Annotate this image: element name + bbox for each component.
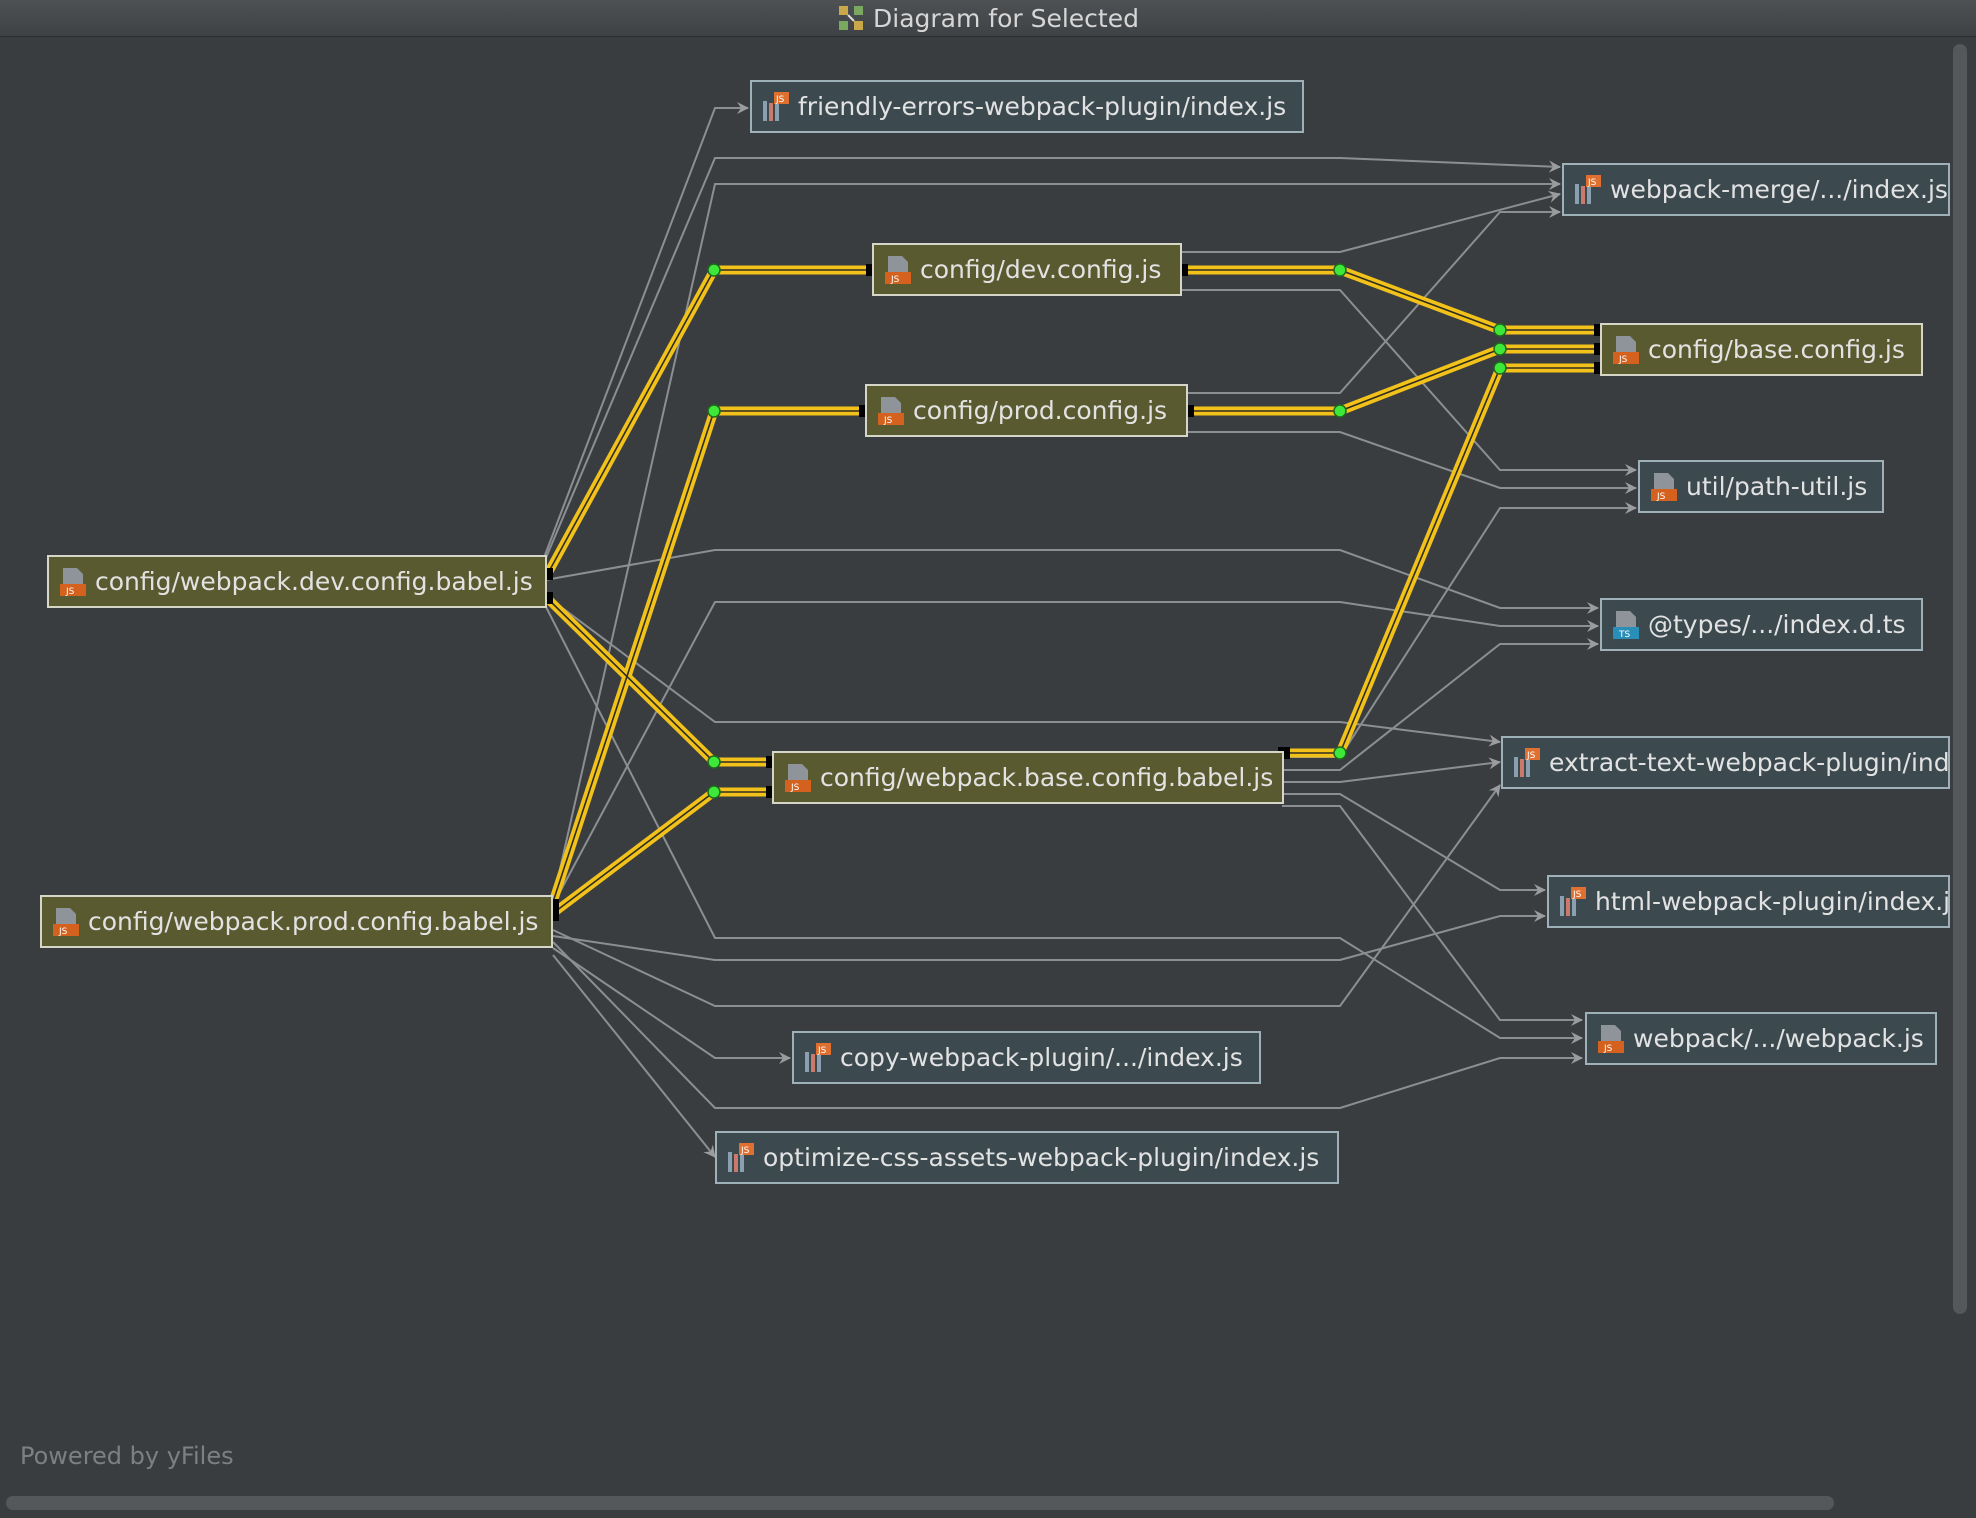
node-label: optimize-css-assets-webpack-plugin/index… xyxy=(763,1143,1320,1172)
edge-dev-to-webpack-js xyxy=(544,604,1583,1044)
svg-text:JS: JS xyxy=(740,1146,750,1156)
node-label: util/path-util.js xyxy=(1686,472,1868,501)
js-file-icon: JS xyxy=(878,396,904,426)
bend-point xyxy=(1493,342,1507,356)
js-file-icon: JS xyxy=(1613,335,1639,365)
node-label: config/webpack.base.config.babel.js xyxy=(820,763,1274,792)
bend-point xyxy=(707,755,721,769)
edge-base-to-webpack-js xyxy=(1282,805,1583,1026)
svg-text:JS: JS xyxy=(1526,751,1536,761)
edge-prod-config-to-base-config xyxy=(1188,344,1598,416)
node-label: config/webpack.dev.config.babel.js xyxy=(95,567,533,596)
js-library-icon: JS xyxy=(728,1142,754,1172)
node-label: extract-text-webpack-plugin/ind xyxy=(1549,748,1950,777)
js-file-icon: JS xyxy=(785,763,811,793)
svg-text:JS: JS xyxy=(817,1046,827,1056)
svg-text:JS: JS xyxy=(1656,492,1666,502)
ts-file-icon: TS xyxy=(1613,610,1639,640)
js-file-icon: JS xyxy=(1598,1024,1624,1054)
node-label: friendly-errors-webpack-plugin/index.js xyxy=(798,92,1287,121)
node-label: html-webpack-plugin/index.j xyxy=(1595,887,1950,916)
node-base-config[interactable]: JS config/base.config.js xyxy=(1600,323,1923,376)
bend-point xyxy=(707,785,721,799)
js-file-icon: JS xyxy=(1651,472,1677,502)
node-label: config/base.config.js xyxy=(1648,335,1905,364)
edge-base-to-html-webpack xyxy=(1282,793,1546,896)
node-label: copy-webpack-plugin/.../index.js xyxy=(840,1043,1243,1072)
edge-dev-to-types xyxy=(544,549,1599,614)
js-file-icon: JS xyxy=(885,255,911,285)
horizontal-scrollbar[interactable] xyxy=(6,1496,1834,1510)
title-bar: Diagram for Selected xyxy=(0,0,1976,37)
bend-point xyxy=(1333,746,1347,760)
js-library-icon: JS xyxy=(1514,747,1540,777)
svg-text:JS: JS xyxy=(65,587,75,597)
diagram-icon xyxy=(839,6,863,30)
node-copy-webpack-plugin[interactable]: JS copy-webpack-plugin/.../index.js xyxy=(792,1031,1261,1084)
node-optimize-css-assets-webpack-plugin[interactable]: JS optimize-css-assets-webpack-plugin/in… xyxy=(715,1131,1339,1184)
edge-base-babel-to-base-config xyxy=(1284,363,1598,758)
bend-point xyxy=(707,263,721,277)
js-library-icon: JS xyxy=(1575,174,1601,204)
bend-point xyxy=(1333,263,1347,277)
node-label: webpack/.../webpack.js xyxy=(1633,1024,1924,1053)
svg-text:JS: JS xyxy=(1618,355,1628,365)
js-library-icon: JS xyxy=(805,1042,831,1072)
edge-base-to-extract-text xyxy=(1282,757,1501,783)
svg-text:JS: JS xyxy=(790,783,800,793)
svg-text:JS: JS xyxy=(58,927,68,937)
edge-prod-to-extract-text xyxy=(552,784,1501,1007)
node-webpack-base-config-babel[interactable]: JS config/webpack.base.config.babel.js xyxy=(772,751,1284,804)
edge-base-to-path-util xyxy=(1282,502,1637,758)
vertical-scrollbar[interactable] xyxy=(1953,44,1967,1314)
node-friendly-errors-webpack-plugin[interactable]: JS friendly-errors-webpack-plugin/index.… xyxy=(750,80,1304,133)
svg-text:JS: JS xyxy=(1587,178,1597,188)
svg-text:JS: JS xyxy=(775,95,785,105)
bend-point xyxy=(1333,404,1347,418)
js-file-icon: JS xyxy=(60,567,86,597)
node-dev-config[interactable]: JS config/dev.config.js xyxy=(872,243,1182,296)
node-path-util[interactable]: JS util/path-util.js xyxy=(1638,460,1884,513)
svg-text:TS: TS xyxy=(1618,630,1630,640)
node-extract-text-webpack-plugin[interactable]: JS extract-text-webpack-plugin/ind xyxy=(1501,736,1950,789)
node-prod-config[interactable]: JS config/prod.config.js xyxy=(865,384,1188,437)
edge-prodcfg-to-path-util xyxy=(1188,431,1637,494)
powered-by-label: Powered by yFiles xyxy=(20,1442,234,1470)
bend-point xyxy=(1493,361,1507,375)
node-label: config/dev.config.js xyxy=(920,255,1162,284)
svg-text:JS: JS xyxy=(890,275,900,285)
node-webpack-prod-config-babel[interactable]: JS config/webpack.prod.config.babel.js xyxy=(40,895,553,948)
edge-dev-to-webpack-merge xyxy=(544,157,1561,561)
js-file-icon: JS xyxy=(53,907,79,937)
node-html-webpack-plugin[interactable]: JS html-webpack-plugin/index.j xyxy=(1547,875,1950,928)
node-webpack-merge[interactable]: JS webpack-merge/.../index.js xyxy=(1562,163,1950,216)
bend-point xyxy=(707,404,721,418)
edge-prod-to-optimize-css xyxy=(552,954,716,1158)
edge-devcfg-to-webpack-merge xyxy=(1182,191,1561,253)
svg-text:JS: JS xyxy=(1603,1044,1613,1054)
node-label: webpack-merge/.../index.js xyxy=(1610,175,1948,204)
edge-prod-to-copy-webpack xyxy=(552,947,791,1064)
node-label: @types/.../index.d.ts xyxy=(1648,610,1906,639)
js-library-icon: JS xyxy=(1560,886,1586,916)
svg-text:JS: JS xyxy=(1572,890,1582,900)
node-label: config/webpack.prod.config.babel.js xyxy=(88,907,539,936)
node-webpack-dev-config-babel[interactable]: JS config/webpack.dev.config.babel.js xyxy=(47,555,547,608)
edge-dev-config-to-base-config xyxy=(1182,265,1598,335)
svg-text:JS: JS xyxy=(883,416,893,426)
js-library-icon: JS xyxy=(763,91,789,121)
node-webpack-js[interactable]: JS webpack/.../webpack.js xyxy=(1585,1012,1937,1065)
window-title: Diagram for Selected xyxy=(873,3,1139,33)
node-label: config/prod.config.js xyxy=(913,396,1168,425)
node-types-index[interactable]: TS @types/.../index.d.ts xyxy=(1600,598,1923,651)
bend-point xyxy=(1493,323,1507,337)
